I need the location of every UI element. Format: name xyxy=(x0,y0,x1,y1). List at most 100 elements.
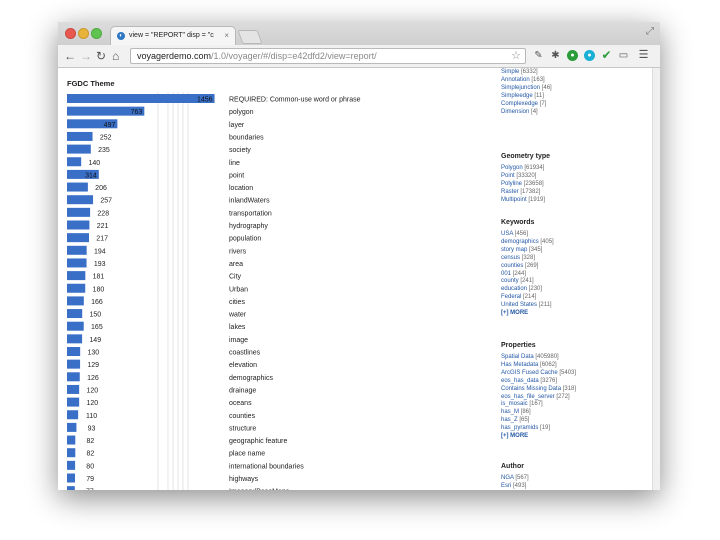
bar[interactable] xyxy=(67,131,93,141)
home-icon[interactable]: ⌂ xyxy=(112,49,119,63)
window-close-button[interactable] xyxy=(65,28,76,39)
page-scrollbar[interactable] xyxy=(652,68,660,490)
bar[interactable] xyxy=(67,283,86,293)
facet-item[interactable]: NGA [567] xyxy=(501,475,551,483)
reload-icon[interactable]: ↻ xyxy=(96,49,106,63)
facet-item[interactable]: eos_has_data [3276] xyxy=(501,378,576,386)
facet-item[interactable]: USA [456] xyxy=(501,231,554,239)
facet-item[interactable]: Dimension [4] xyxy=(501,109,552,117)
bar[interactable] xyxy=(67,422,77,432)
fullscreen-icon[interactable]: ⤢ xyxy=(646,26,654,37)
browser-tab[interactable]: ◐ view = "REPORT" disp = "c × xyxy=(110,26,236,45)
bar[interactable] xyxy=(67,435,76,445)
bar[interactable] xyxy=(67,347,81,356)
address-bar[interactable]: voyagerdemo.com/1.0/voyager/#/disp=e42df… xyxy=(130,48,526,64)
facet-item[interactable]: is_mosaic [167] xyxy=(501,401,576,409)
window-maximize-button[interactable] xyxy=(91,28,102,39)
bar[interactable] xyxy=(67,144,91,154)
bar[interactable] xyxy=(67,359,81,369)
bar[interactable] xyxy=(67,296,84,306)
facet-item[interactable]: Federal [214] xyxy=(501,294,554,302)
extension-icon-2[interactable]: ▭ xyxy=(618,50,629,61)
bar[interactable] xyxy=(67,334,83,344)
facet-item[interactable]: eos_has_file_server [272] xyxy=(501,394,576,402)
category-label[interactable]: structure xyxy=(229,425,256,432)
category-label[interactable]: image xyxy=(229,337,248,344)
bar[interactable] xyxy=(67,157,82,167)
category-label[interactable]: society xyxy=(229,147,251,154)
facet-item[interactable]: Polygon [61934] xyxy=(501,165,545,173)
category-label[interactable]: City xyxy=(229,274,242,281)
bar[interactable] xyxy=(67,195,94,205)
facet-item[interactable]: Raster [17382] xyxy=(501,189,545,197)
bar[interactable] xyxy=(67,271,86,281)
facet-item[interactable]: Has Metadata [6062] xyxy=(501,362,576,370)
facet-item[interactable]: story map [345] xyxy=(501,247,554,255)
bar[interactable] xyxy=(67,233,89,243)
facet-item[interactable]: Simple [6332] xyxy=(501,69,552,77)
bar[interactable] xyxy=(67,448,76,458)
category-label[interactable]: place name xyxy=(229,451,265,458)
bar[interactable] xyxy=(67,182,88,192)
bar[interactable] xyxy=(67,372,80,382)
category-label[interactable]: elevation xyxy=(229,362,257,369)
bar[interactable] xyxy=(67,220,90,230)
bar[interactable] xyxy=(67,473,76,483)
forward-arrow-icon[interactable]: → xyxy=(80,49,92,63)
facet-item[interactable]: Simpleedge [11] xyxy=(501,93,552,101)
category-label[interactable]: drainage xyxy=(229,387,256,394)
bar[interactable] xyxy=(67,397,80,407)
facet-item[interactable]: Polyline [23658] xyxy=(501,181,545,189)
facet-item[interactable]: Multipoint [1919] xyxy=(501,197,545,205)
tab-close-icon[interactable]: × xyxy=(224,31,229,40)
category-label[interactable]: area xyxy=(229,261,243,268)
menu-icon[interactable]: ☰ xyxy=(638,50,649,61)
bar[interactable] xyxy=(67,94,215,103)
facet-item[interactable]: has_Z [65] xyxy=(501,417,576,425)
category-label[interactable]: Urban xyxy=(229,286,248,293)
checkmark-extension-icon[interactable]: ✔ xyxy=(601,49,612,61)
facet-item[interactable]: counties [269] xyxy=(501,263,554,271)
category-label[interactable]: inlandWaters xyxy=(229,198,270,205)
category-label[interactable]: REQUIRED: Common-use word or phrase xyxy=(229,97,361,104)
category-label[interactable]: geographic feature xyxy=(229,438,287,445)
category-label[interactable]: hydrography xyxy=(229,223,268,230)
bar[interactable] xyxy=(67,460,76,470)
facet-item[interactable]: Contains Missing Data [318] xyxy=(501,386,576,394)
facet-item[interactable]: education [230] xyxy=(501,286,554,294)
category-label[interactable]: Imagery/BaseMaps xyxy=(229,489,290,490)
category-label[interactable]: rivers xyxy=(229,248,247,255)
category-label[interactable]: water xyxy=(228,312,247,319)
bar[interactable] xyxy=(67,321,84,331)
bar[interactable] xyxy=(67,245,87,255)
facet-item[interactable]: has_M [86] xyxy=(501,409,576,417)
facet-item[interactable]: United States [211] xyxy=(501,302,554,310)
evernote-extension-icon[interactable]: ● xyxy=(567,50,578,61)
facet-item[interactable]: has_pyramids [19] xyxy=(501,425,576,433)
more-link[interactable]: [+] MORE xyxy=(501,433,576,441)
bar[interactable] xyxy=(67,486,75,490)
facet-item[interactable]: Spatial Data [405980] xyxy=(501,354,576,362)
facet-item[interactable]: Point [33320] xyxy=(501,173,545,181)
category-label[interactable]: transportation xyxy=(229,210,272,217)
bar[interactable] xyxy=(67,207,91,217)
bar[interactable] xyxy=(67,410,79,420)
facet-item[interactable]: census [328] xyxy=(501,255,554,263)
facet-item[interactable]: demographics [405] xyxy=(501,239,554,247)
category-label[interactable]: demographics xyxy=(229,375,273,382)
window-minimize-button[interactable] xyxy=(78,28,89,39)
bar[interactable] xyxy=(67,309,83,319)
extension-icon[interactable]: ✱ xyxy=(550,50,561,61)
category-label[interactable]: point xyxy=(229,172,244,179)
category-label[interactable]: coastlines xyxy=(229,350,261,357)
bar[interactable] xyxy=(67,384,80,394)
facet-item[interactable]: Complexedge [7] xyxy=(501,101,552,109)
facet-item[interactable]: Simplejunction [46] xyxy=(501,85,552,93)
bar[interactable] xyxy=(67,258,87,268)
cloud-extension-icon[interactable]: ● xyxy=(584,50,595,61)
facet-item[interactable]: county [241] xyxy=(501,278,554,286)
category-label[interactable]: layer xyxy=(229,122,245,129)
category-label[interactable]: international boundaries xyxy=(229,463,304,470)
facet-item[interactable]: Esri [493] xyxy=(501,483,551,490)
category-label[interactable]: line xyxy=(229,160,240,167)
